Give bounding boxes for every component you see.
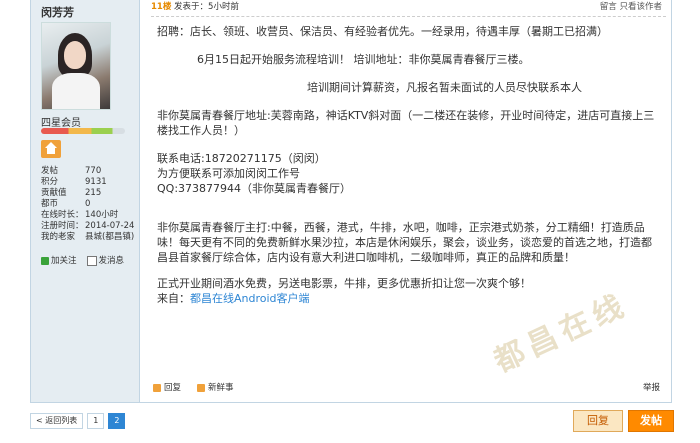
rank-progress-bar bbox=[41, 128, 125, 134]
author-sidebar: 闵芳芳 四星会员 发帖 770 积分 9131 贡献值 215 都币 0 在线时长： 14… bbox=[31, 0, 140, 402]
page-2-button[interactable]: 2 bbox=[108, 413, 126, 429]
text-line: 正式开业期间酒水免费，另送电影票，牛排，更多优惠折扣让您一次爽个够！ bbox=[157, 277, 531, 290]
member-rank: 四星会员 bbox=[41, 118, 81, 129]
post-top-actions[interactable]: 留言 只看该作者 bbox=[600, 0, 662, 14]
author-actions: 加关注 发消息 bbox=[41, 254, 124, 266]
post-body: 11楼 发表于：5小时前 留言 只看该作者 招聘：店长、领班、收营员、保洁员、有… bbox=[151, 0, 666, 402]
home-icon bbox=[41, 140, 61, 158]
post-bottom-bar: 回复 新鲜事 举报 bbox=[151, 380, 666, 396]
message-button[interactable]: 发消息 bbox=[86, 254, 124, 266]
reply-link[interactable]: 回复 bbox=[153, 380, 181, 396]
mail-icon bbox=[86, 255, 97, 266]
text-line: 非你莫属青春餐厅主打:中餐，西餐，港式，牛排，水吧，咖啡，正宗港式奶茶，分工精细… bbox=[157, 221, 652, 264]
stat-row: 积分 9131 bbox=[41, 177, 107, 187]
text-line: 培训期间计算薪资，凡报名暂未面试的人员尽快联系本人 bbox=[307, 81, 582, 94]
avatar[interactable] bbox=[41, 22, 111, 110]
fresh-icon bbox=[197, 383, 205, 392]
post-time: 发表于：5小时前 bbox=[174, 2, 239, 12]
report-link[interactable]: 举报 bbox=[643, 380, 660, 396]
text-line: 为方便联系可添加闵闵工作号 bbox=[157, 167, 300, 180]
plus-icon bbox=[41, 256, 49, 265]
qq-line: QQ:373877944（非你莫属青春餐厅） bbox=[157, 182, 352, 195]
follow-button[interactable]: 加关注 bbox=[41, 254, 77, 266]
stat-row: 贡献值 215 bbox=[41, 188, 102, 198]
floor-number: 11楼 bbox=[151, 2, 172, 12]
back-to-list-button[interactable]: < 返回列表 bbox=[30, 413, 84, 429]
client-link[interactable]: 都昌在线Android客户端 bbox=[190, 292, 310, 305]
pagination: < 返回列表 1 2 bbox=[30, 413, 126, 429]
post-content: 招聘：店长、领班、收营员、保洁员、有经验者优先。一经录用，待遇丰厚（暑期工已招满… bbox=[157, 24, 657, 306]
stat-row: 发帖 770 bbox=[41, 166, 102, 176]
stat-row: 我的老家 县城(都昌镇) bbox=[41, 232, 135, 242]
phone-line: 联系电话:18720271175（闵闵） bbox=[157, 152, 326, 165]
post-meta-bar: 11楼 发表于：5小时前 留言 只看该作者 bbox=[151, 0, 666, 17]
text-line: 非你莫属青春餐厅地址:芙蓉南路，神话KTV斜对面（一二楼还在装修，开业时间待定，… bbox=[157, 109, 655, 137]
stat-row: 都币 0 bbox=[41, 199, 91, 209]
text-line: 6月15日起开始服务流程培训！ 培训地址：非你莫属青春餐厅三楼。 bbox=[197, 53, 530, 66]
stat-row: 在线时长： 140小时 bbox=[41, 210, 119, 220]
reply-icon bbox=[153, 383, 161, 392]
author-stats: 发帖 770 积分 9131 贡献值 215 都币 0 在线时长： 140小时 注册时间：… bbox=[41, 166, 137, 243]
new-post-button[interactable]: 发帖 bbox=[628, 410, 674, 432]
author-name[interactable]: 闵芳芳 bbox=[41, 4, 74, 20]
text-line: 招聘：店长、领班、收营员、保洁员、有经验者优先。一经录用，待遇丰厚（暑期工已招满… bbox=[157, 25, 608, 38]
stat-row: 注册时间： 2014-07-24 bbox=[41, 221, 135, 231]
reply-button[interactable]: 回复 bbox=[573, 410, 623, 432]
fresh-link[interactable]: 新鲜事 bbox=[197, 380, 234, 396]
page-1-button[interactable]: 1 bbox=[87, 413, 105, 429]
